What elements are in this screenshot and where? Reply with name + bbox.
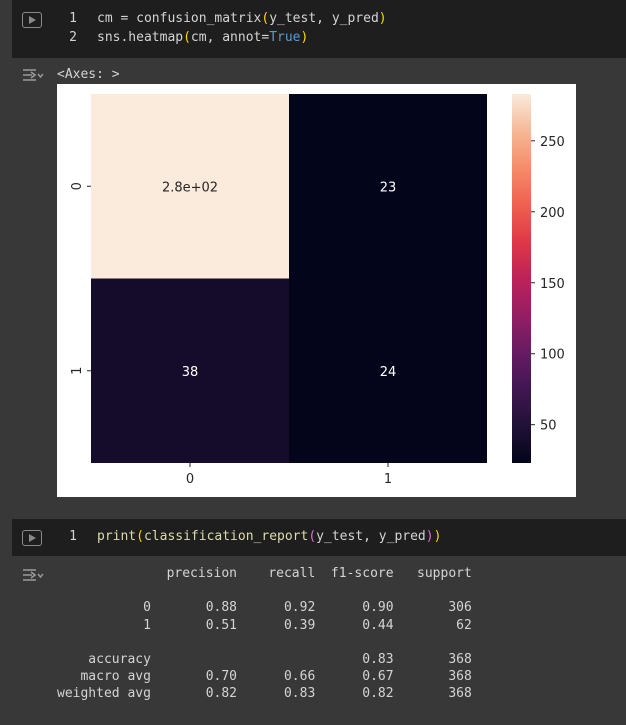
code-token: classification_report [143,529,309,544]
code-token: sns.heatmap [97,30,184,45]
colorbar-tick-label: 250 [540,135,565,150]
heatmap-figure: 2.8e+02 23 38 24 0 1 0 1 50 100 150 200 250 [57,84,576,497]
colorbar-tick-label: 150 [540,277,565,292]
play-icon [28,534,36,542]
heatmap-annotation: 23 [380,180,397,195]
code-token: cm = [97,11,137,26]
y-tick-label: 0 [70,182,85,190]
code-line[interactable]: print(classification_report(y_test, y_pr… [97,529,441,544]
colorbar [512,94,531,463]
y-tick-label: 1 [70,367,85,375]
x-tick-label: 0 [186,472,194,487]
code-line[interactable]: cm = confusion_matrix(y_test, y_pred) [97,11,387,26]
code-token: ) [378,11,387,26]
code-token: print [97,529,137,544]
line-number: 2 [69,30,77,45]
code-cell-2[interactable]: 1 print(classification_report(y_test, y_p… [12,519,626,556]
colorbar-tick-label: 200 [540,206,565,221]
code-line[interactable]: sns.heatmap(cm, annot=True) [97,30,308,45]
code-token: ( [308,529,317,544]
run-cell-button[interactable] [22,530,42,546]
axes-output-text: <Axes: > [57,67,120,82]
heatmap-annotation: 38 [182,365,199,380]
colorbar-tick-label: 100 [540,348,565,363]
heatmap-annotation: 24 [380,365,397,380]
code-token: ( [183,30,191,45]
line-number: 1 [69,529,77,544]
code-token: y_test, y_pred [316,529,426,544]
code-cell-1[interactable]: 1 cm = confusion_matrix(y_test, y_pred) 2 s… [12,0,626,58]
run-cell-button[interactable] [22,12,42,28]
code-token: ) [300,30,309,45]
play-icon [28,16,36,24]
code-token: ( [136,529,144,544]
colorbar-tick-label: 50 [540,419,557,434]
output-toggle-icon[interactable] [22,567,44,583]
code-token: True [269,30,301,45]
code-token: ) [425,529,434,544]
code-token: confusion_matrix [136,11,262,26]
x-tick-label: 1 [384,472,392,487]
code-token: y_test, y_pred [269,11,379,26]
line-number: 1 [69,11,77,26]
code-token: ) [433,529,442,544]
output-toggle-icon[interactable] [22,67,44,83]
code-token: cm, annot= [190,30,270,45]
heatmap-annotation: 2.8e+02 [162,180,218,195]
classification-report-output: precision recall f1-score support 0 0.88… [57,566,472,702]
